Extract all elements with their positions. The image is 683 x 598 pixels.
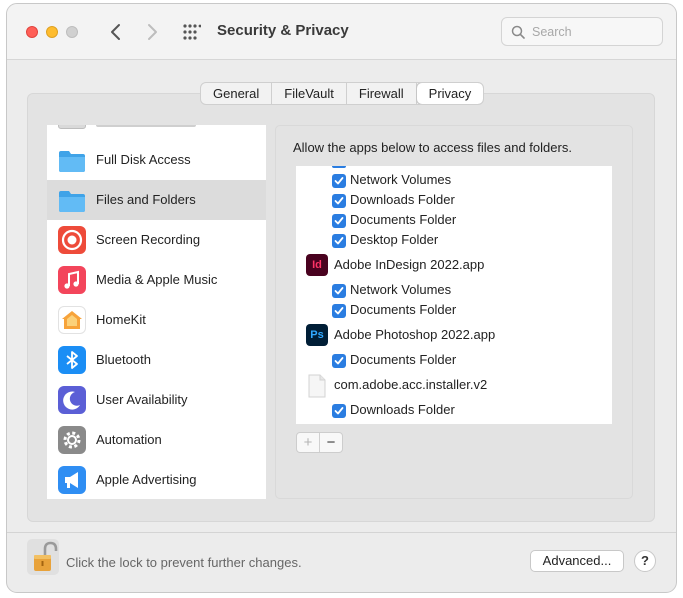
window-title: Security & Privacy xyxy=(217,22,349,39)
permission-label: Network Volumes xyxy=(350,172,452,187)
app-name: Adobe Photoshop 2022.app xyxy=(334,327,496,342)
tab-general[interactable]: General xyxy=(201,83,273,104)
sidebar-item-files-and-folders[interactable]: Files and Folders xyxy=(47,180,266,220)
checkmark-icon xyxy=(334,217,344,225)
sidebar-item-label: Full Disk Access xyxy=(96,152,191,167)
permission-label: Downloads Folder xyxy=(350,402,455,417)
minimize-window-button[interactable] xyxy=(46,26,58,38)
tab-filevault[interactable]: FileVault xyxy=(272,83,347,104)
indesign-icon: Id xyxy=(306,254,328,276)
photoshop-icon: Ps xyxy=(306,324,328,346)
permission-label: Documents Folder xyxy=(350,352,457,367)
help-button[interactable]: ? xyxy=(634,550,656,572)
lock-button[interactable] xyxy=(27,539,59,575)
sidebar-item-label: HomeKit xyxy=(96,312,146,327)
add-button[interactable]: + xyxy=(297,433,320,452)
checkmark-icon xyxy=(334,407,344,415)
lock-description: Click the lock to prevent further change… xyxy=(66,555,302,570)
checkbox[interactable] xyxy=(332,404,346,418)
checkbox[interactable] xyxy=(332,214,346,228)
sidebar-item-label: Automation xyxy=(96,432,162,447)
checkbox[interactable] xyxy=(332,234,346,248)
files-folders-panel: Allow the apps below to access files and… xyxy=(275,125,633,499)
preferences-window: Security & Privacy Search General FileVa… xyxy=(6,3,677,593)
app-name: Adobe InDesign 2022.app xyxy=(334,257,485,272)
sidebar-item-automation[interactable]: Automation xyxy=(47,420,266,460)
allow-description: Allow the apps below to access files and… xyxy=(293,140,572,155)
sidebar-item-full-disk-access[interactable]: Full Disk Access xyxy=(47,140,266,180)
search-placeholder: Search xyxy=(532,25,572,39)
checkbox[interactable] xyxy=(332,284,346,298)
app-permission-list[interactable]: Network Volumes Downloads Folder Documen… xyxy=(296,166,612,424)
zoom-window-button[interactable] xyxy=(66,26,78,38)
title-bar: Security & Privacy Search xyxy=(7,4,676,60)
checkbox[interactable] xyxy=(332,354,346,368)
checkbox[interactable] xyxy=(332,304,346,318)
sidebar-item-label: Apple Advertising xyxy=(96,472,197,487)
sidebar-item-label: Files and Folders xyxy=(96,192,196,207)
home-icon xyxy=(58,306,86,334)
add-remove-control: + − xyxy=(296,432,343,453)
sidebar-partial-item xyxy=(58,125,86,129)
close-window-button[interactable] xyxy=(26,26,38,38)
privacy-sidebar: Full Disk Access Files and Folders Scree… xyxy=(47,125,266,499)
checkmark-icon xyxy=(334,287,344,295)
checkbox[interactable] xyxy=(332,194,346,208)
forward-button[interactable] xyxy=(141,20,163,44)
sidebar-item-bluetooth[interactable]: Bluetooth xyxy=(47,340,266,380)
folder-icon xyxy=(58,186,86,214)
folder-icon xyxy=(58,146,86,174)
tab-firewall[interactable]: Firewall xyxy=(347,83,417,104)
sidebar-item-homekit[interactable]: HomeKit xyxy=(47,300,266,340)
bluetooth-icon xyxy=(58,346,86,374)
tab-privacy[interactable]: Privacy xyxy=(416,83,484,104)
sidebar-item-screen-recording[interactable]: Screen Recording xyxy=(47,220,266,260)
sidebar-item-label: Bluetooth xyxy=(96,352,151,367)
checkmark-icon xyxy=(334,177,344,185)
tab-bar: General FileVault Firewall Privacy xyxy=(200,82,485,105)
chevron-right-icon xyxy=(148,24,157,40)
checkbox[interactable] xyxy=(332,174,346,188)
permission-label: Downloads Folder xyxy=(350,192,455,207)
checkmark-icon xyxy=(334,197,344,205)
unlocked-padlock-icon xyxy=(34,541,58,571)
footer-divider xyxy=(7,532,676,533)
chevron-left-icon xyxy=(111,24,120,40)
grid-icon xyxy=(183,24,202,40)
sidebar-item-media-apple-music[interactable]: Media & Apple Music xyxy=(47,260,266,300)
permission-label: Desktop Folder xyxy=(350,232,439,247)
partial-checkbox xyxy=(332,166,346,168)
search-icon xyxy=(511,25,525,39)
back-button[interactable] xyxy=(105,20,127,44)
document-icon xyxy=(306,374,328,398)
show-all-button[interactable] xyxy=(183,24,202,40)
sidebar-item-user-availability[interactable]: User Availability xyxy=(47,380,266,420)
checkmark-icon xyxy=(334,307,344,315)
checkmark-icon xyxy=(334,357,344,365)
sidebar-partial-label xyxy=(96,125,196,127)
megaphone-icon xyxy=(58,466,86,494)
permission-label: Network Volumes xyxy=(350,282,452,297)
gear-icon xyxy=(58,426,86,454)
music-note-icon xyxy=(58,266,86,294)
moon-icon xyxy=(58,386,86,414)
remove-button[interactable]: − xyxy=(320,433,342,452)
sidebar-item-apple-advertising[interactable]: Apple Advertising xyxy=(47,460,266,499)
screen-recording-icon xyxy=(58,226,86,254)
search-field[interactable]: Search xyxy=(501,17,663,46)
app-name: com.adobe.acc.installer.v2 xyxy=(334,377,488,392)
permission-label: Documents Folder xyxy=(350,302,457,317)
sidebar-item-label: Screen Recording xyxy=(96,232,201,247)
permission-label: Documents Folder xyxy=(350,212,457,227)
advanced-button[interactable]: Advanced... xyxy=(530,550,624,572)
sidebar-item-label: User Availability xyxy=(96,392,188,407)
sidebar-item-label: Media & Apple Music xyxy=(96,272,218,287)
checkmark-icon xyxy=(334,237,344,245)
